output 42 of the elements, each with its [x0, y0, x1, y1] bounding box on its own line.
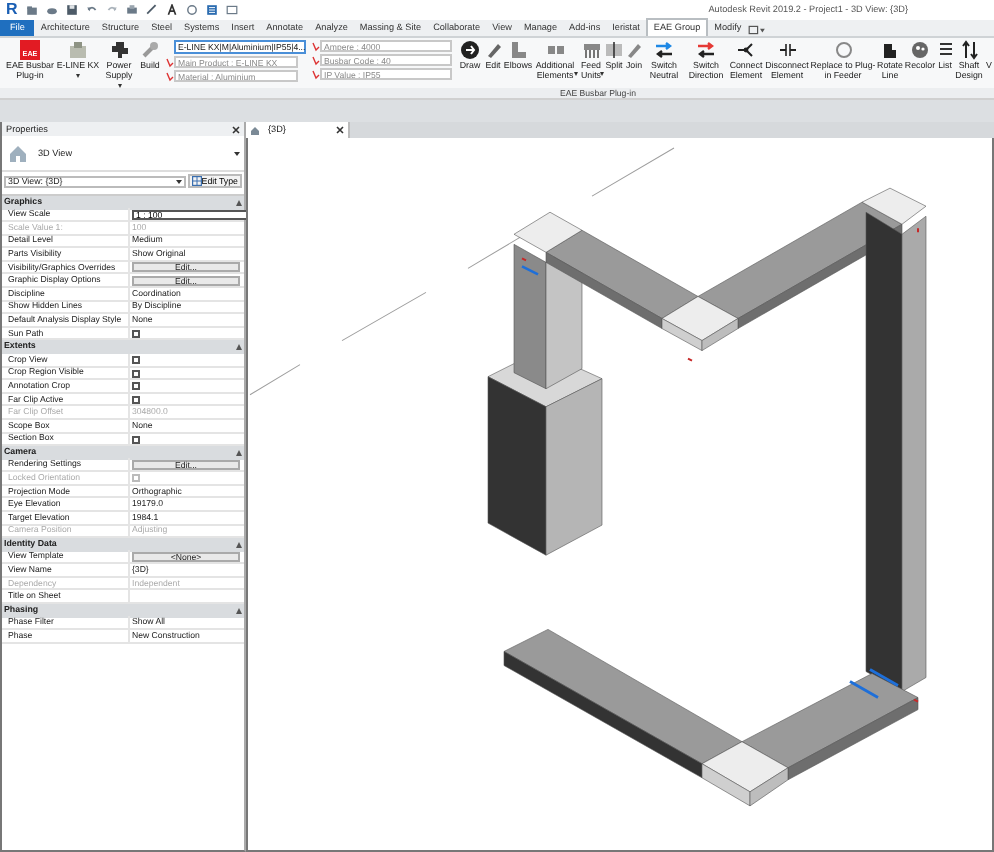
- grid-icon: [191, 176, 202, 186]
- caret-icon: [574, 72, 578, 76]
- checkbox[interactable]: [132, 330, 140, 339]
- list-icon: [935, 40, 955, 60]
- collapse-icon[interactable]: [236, 449, 242, 456]
- undo-icon[interactable]: [85, 4, 98, 16]
- text-icon[interactable]: [165, 4, 178, 16]
- collapse-icon[interactable]: [236, 541, 242, 548]
- display-icon[interactable]: [747, 24, 766, 36]
- caret-icon[interactable]: [234, 151, 240, 155]
- close-icon[interactable]: [232, 125, 240, 133]
- house-icon: [6, 141, 30, 165]
- busbar-icon: [68, 40, 88, 60]
- checkbox[interactable]: [132, 382, 140, 391]
- ring-icon: [833, 40, 853, 60]
- collapse-icon[interactable]: [236, 199, 242, 206]
- collapse-icon[interactable]: [236, 607, 242, 614]
- up-down-arrows-icon: [959, 40, 979, 60]
- checkbox[interactable]: [132, 356, 140, 365]
- swap-arrows-icon: [654, 40, 674, 60]
- blocks-icon: [545, 40, 565, 60]
- measure-icon[interactable]: [145, 4, 158, 16]
- checkbox[interactable]: [132, 435, 140, 444]
- collapse-icon[interactable]: [236, 344, 242, 351]
- split-icon: [604, 40, 624, 60]
- caret-icon: [76, 73, 80, 78]
- save-icon[interactable]: [65, 4, 78, 16]
- checkbox[interactable]: [132, 369, 140, 378]
- close-icon[interactable]: [336, 126, 344, 134]
- feed-unit-icon: [581, 40, 601, 60]
- app-logo[interactable]: R: [6, 0, 18, 20]
- checkbox[interactable]: [132, 396, 140, 405]
- print-icon[interactable]: [125, 4, 138, 16]
- caret-icon: [175, 179, 182, 183]
- plug-icon: [109, 40, 129, 60]
- window-icon[interactable]: [225, 4, 238, 16]
- list-icon[interactable]: [205, 4, 218, 16]
- open-icon[interactable]: [25, 4, 38, 16]
- caret-icon: [600, 72, 604, 76]
- connect-icon: [736, 40, 756, 60]
- swap-arrows-icon: [696, 40, 716, 60]
- disconnect-icon: [777, 40, 797, 60]
